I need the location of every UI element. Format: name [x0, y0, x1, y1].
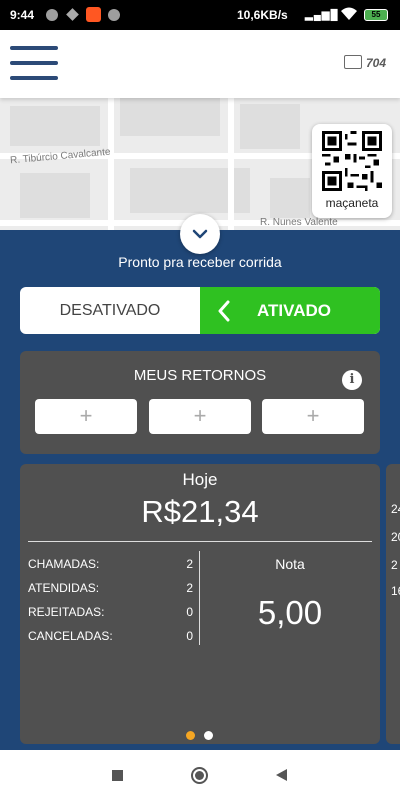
- switch-off-option[interactable]: DESATIVADO: [20, 287, 200, 334]
- peek-value: 20: [391, 530, 400, 544]
- qr-code-icon: [322, 131, 382, 191]
- status-time: 9:44: [10, 8, 35, 22]
- signal-icon: ▂▄▆█: [305, 10, 339, 21]
- network-speed: 10,6KB/s: [237, 8, 288, 22]
- logo-text: 704: [366, 56, 387, 70]
- notification-icon: [108, 9, 120, 21]
- qr-label: maçaneta: [325, 196, 379, 210]
- home-button[interactable]: [191, 767, 208, 784]
- switch-on-option[interactable]: ATIVADO: [200, 287, 380, 334]
- app-notification-icon: [86, 7, 101, 22]
- wifi-icon: [340, 7, 358, 24]
- location-icon: [66, 8, 79, 21]
- returns-title: MEUS RETORNOS: [133, 367, 267, 384]
- daily-stats-card[interactable]: Hoje R$21,34 CHAMADAS: 2 ATENDIDAS: 2 RE…: [20, 464, 380, 744]
- peek-value: 16: [391, 584, 400, 598]
- recents-button[interactable]: [112, 770, 123, 781]
- divider: [28, 541, 372, 542]
- stat-label: CHAMADAS:: [28, 557, 100, 571]
- add-return-button[interactable]: +: [262, 399, 364, 434]
- ready-status-text: Pronto pra receber corrida: [118, 254, 282, 270]
- availability-switch[interactable]: DESATIVADO ATIVADO: [20, 287, 380, 334]
- add-return-button[interactable]: +: [149, 399, 251, 434]
- app-header: 704: [0, 30, 400, 98]
- logo: 704: [344, 51, 390, 75]
- rating-value: 5,00: [257, 594, 323, 631]
- rating-label: Nota: [275, 556, 305, 572]
- qr-code-card[interactable]: maçaneta: [312, 124, 392, 218]
- stat-label: CANCELADAS:: [28, 629, 113, 643]
- notification-icon: [46, 9, 58, 21]
- page-indicator-dot[interactable]: [204, 731, 213, 740]
- stats-period: Hoje: [182, 470, 218, 489]
- page-indicator-dot-active[interactable]: [186, 731, 195, 740]
- system-nav-bar: [0, 750, 400, 800]
- status-bar: 9:44 10,6KB/s ▂▄▆█ 55: [0, 0, 400, 30]
- logo-icon: [344, 55, 362, 69]
- next-stats-card-peek[interactable]: 24 20 2 16: [386, 464, 400, 744]
- battery-icon: 55: [364, 9, 388, 21]
- stat-value: 2: [186, 581, 193, 595]
- returns-card: MEUS RETORNOS i + + +: [20, 351, 380, 454]
- switch-on-label: ATIVADO: [257, 301, 331, 320]
- street-label: R. Nunes Valente: [260, 217, 338, 228]
- stat-label: ATENDIDAS:: [28, 581, 100, 595]
- stat-value: 2: [186, 557, 193, 571]
- street-label: R. Tibúrcio Cavalcante: [9, 146, 111, 167]
- add-return-button[interactable]: +: [35, 399, 137, 434]
- info-icon[interactable]: i: [342, 370, 362, 390]
- peek-value: 2: [391, 558, 398, 572]
- peek-value: 24: [391, 502, 400, 516]
- hamburger-icon[interactable]: [10, 46, 58, 82]
- stat-value: 0: [186, 605, 193, 619]
- chevron-left-icon: [218, 300, 230, 322]
- stat-label: REJEITADAS:: [28, 605, 105, 619]
- collapse-panel-button[interactable]: [180, 214, 220, 254]
- earnings-amount: R$21,34: [141, 494, 259, 529]
- stat-value: 0: [186, 629, 193, 643]
- back-button[interactable]: [276, 769, 287, 781]
- chevron-down-icon: [192, 229, 208, 239]
